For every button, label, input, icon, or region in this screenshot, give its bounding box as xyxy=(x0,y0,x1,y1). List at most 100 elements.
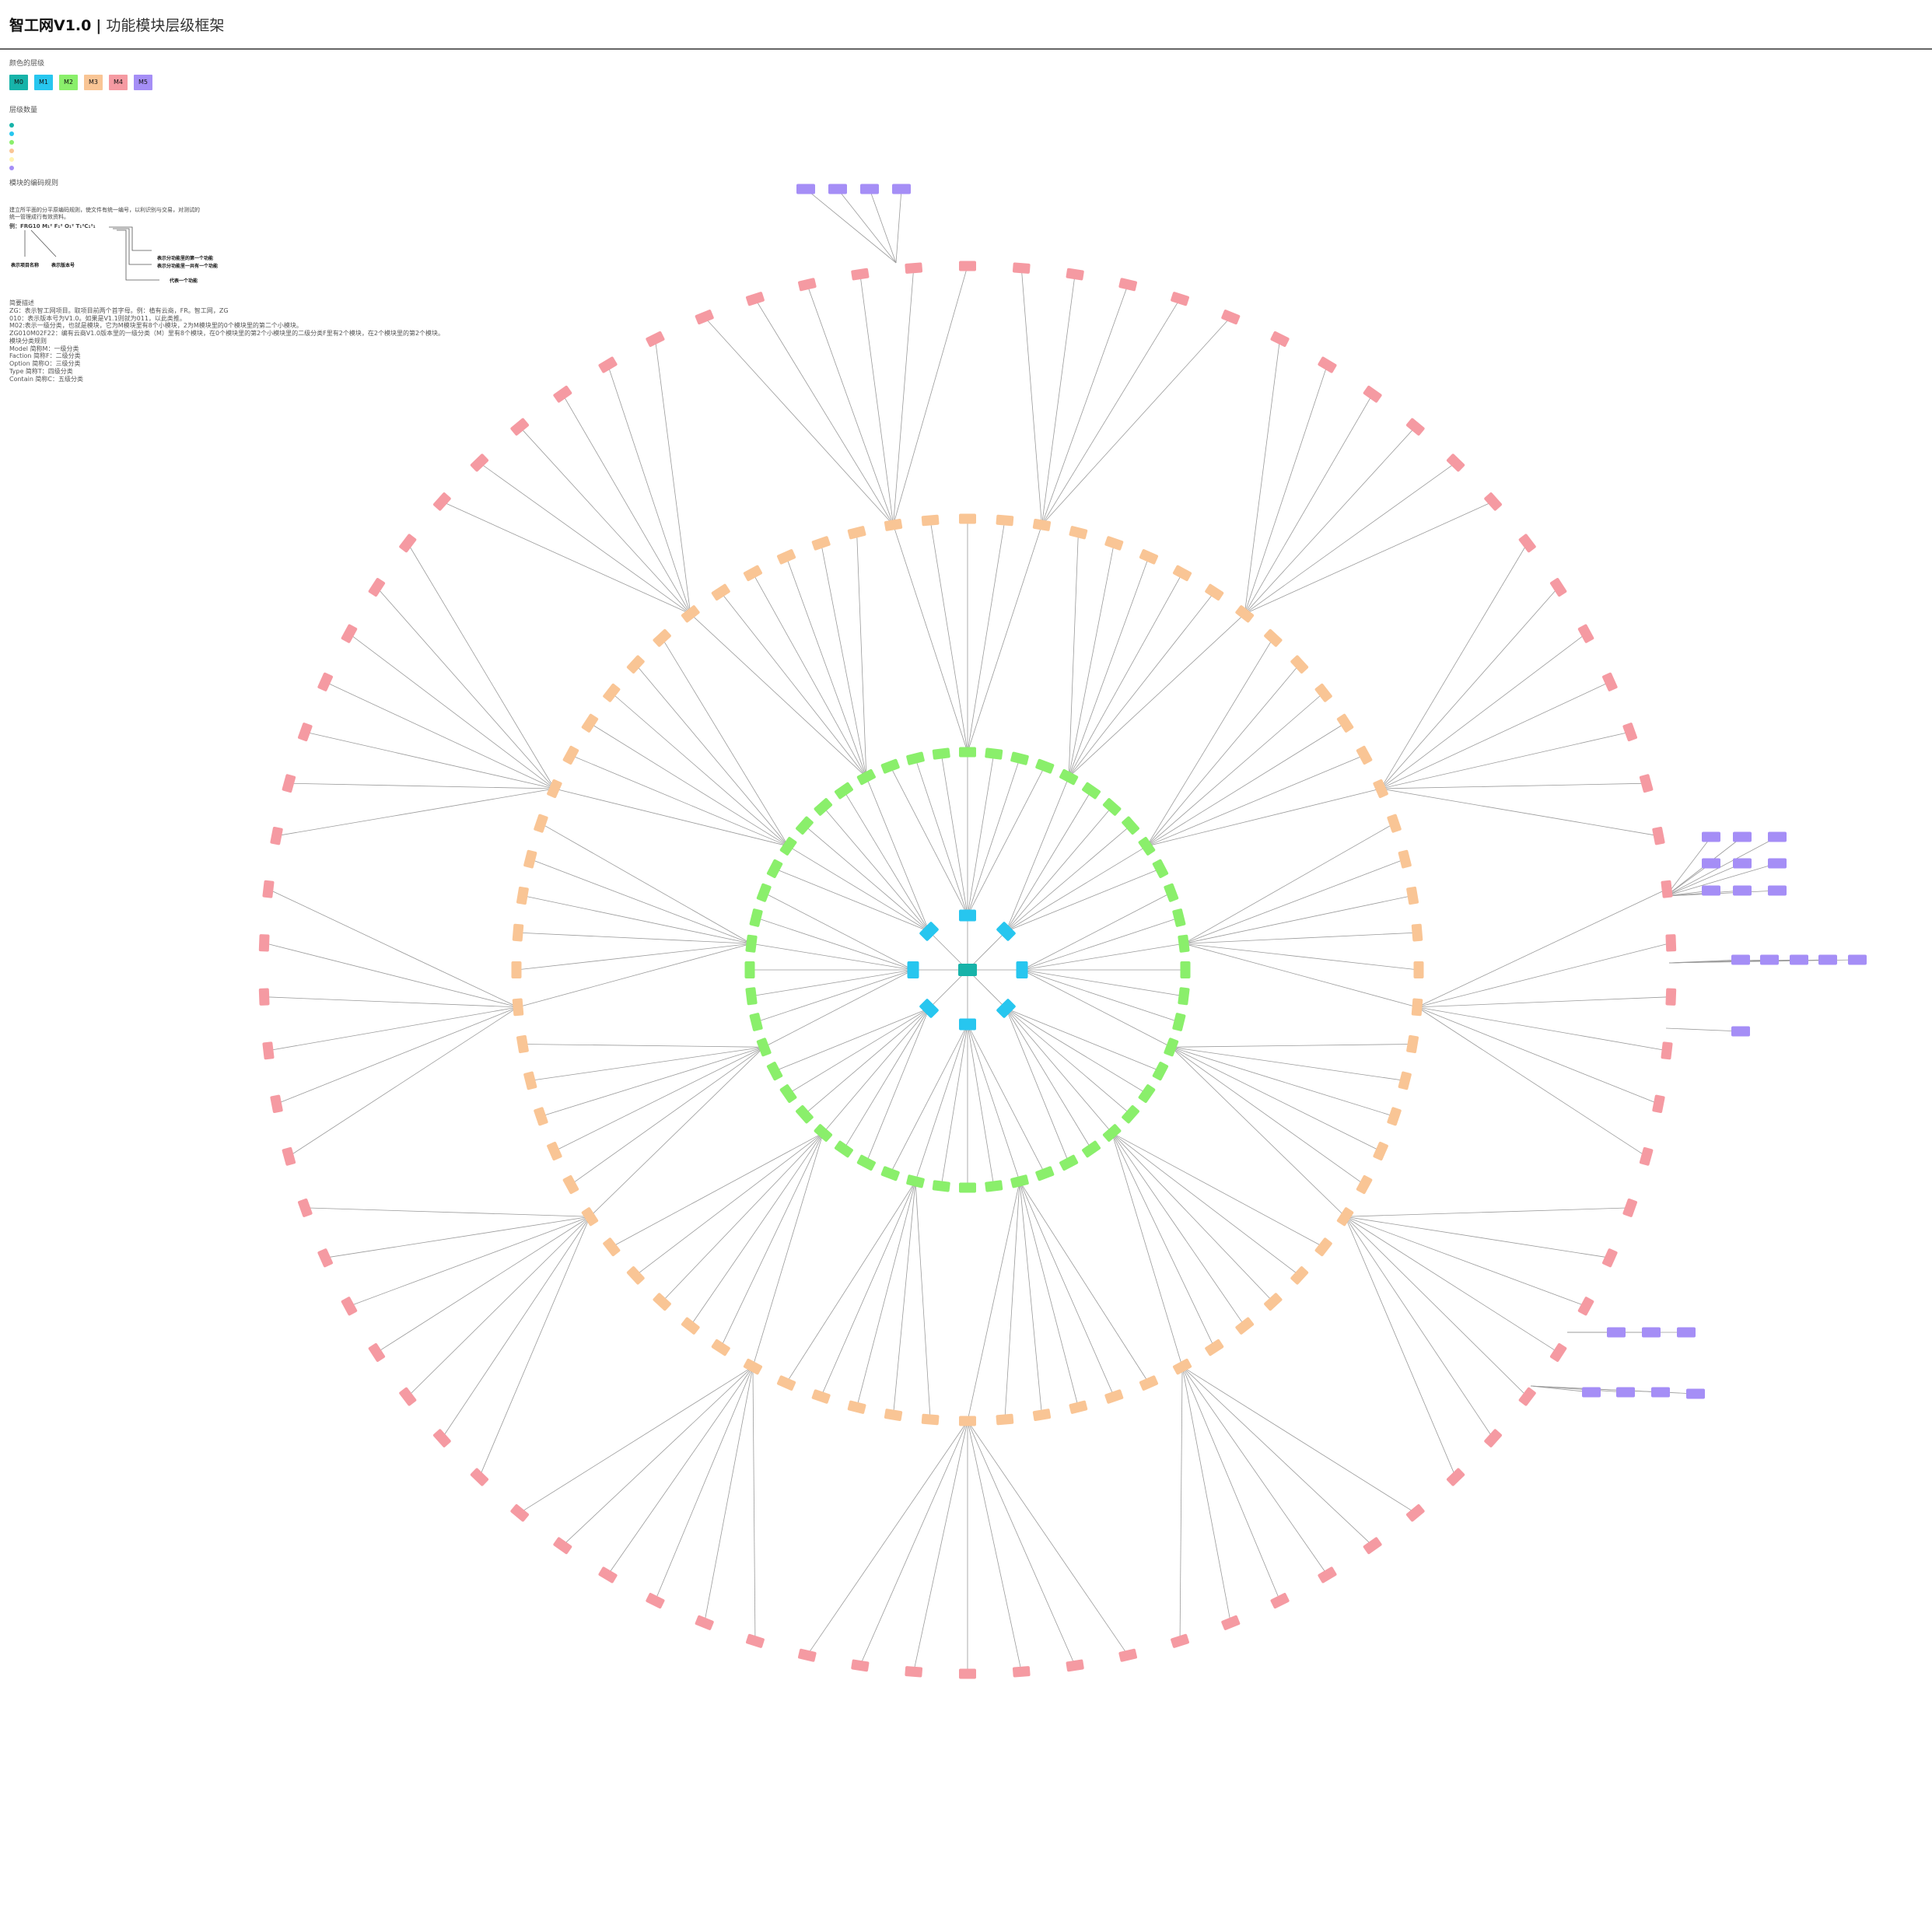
m3-module-node xyxy=(534,814,548,833)
m2-module-node xyxy=(766,1062,783,1081)
connector-line xyxy=(1345,1216,1493,1439)
m4-module-node xyxy=(341,1297,358,1316)
connector-line xyxy=(866,1008,929,1164)
m3-module-node xyxy=(653,1293,671,1311)
m4-module-node xyxy=(399,1387,417,1406)
connector-line xyxy=(442,1216,590,1439)
connector-line xyxy=(635,663,789,847)
connector-line xyxy=(1006,1008,1161,1072)
m4-module-node xyxy=(1066,268,1084,281)
connector-line xyxy=(1665,836,1778,897)
connector-line xyxy=(305,1207,590,1217)
connector-line xyxy=(1183,859,1405,944)
m3-module-node xyxy=(626,655,645,674)
connector-line xyxy=(967,1024,995,1187)
connector-line xyxy=(1041,274,1076,525)
connector-line xyxy=(967,1420,1129,1656)
m4-module-node xyxy=(1652,1094,1665,1113)
m4-module-node xyxy=(1622,723,1638,742)
m2-module-node xyxy=(1010,1174,1029,1188)
connector-line xyxy=(517,943,752,1008)
connector-line xyxy=(856,532,867,778)
m5-module-node xyxy=(1731,1026,1750,1037)
m3-module-node xyxy=(959,1416,976,1426)
m3-module-node xyxy=(847,526,866,540)
connector-line xyxy=(967,1024,1045,1174)
connector-line xyxy=(1004,1181,1020,1420)
m3-module-node xyxy=(711,1339,730,1356)
connector-line xyxy=(967,524,1042,753)
m2-module-node xyxy=(766,859,783,878)
m2-module-node xyxy=(745,987,758,1006)
connector-line xyxy=(823,807,929,932)
m4-module-node xyxy=(646,331,665,347)
m4-module-node xyxy=(368,1342,386,1362)
m5-module-node xyxy=(1731,954,1750,965)
m2-module-node xyxy=(779,836,797,856)
m2-module-node xyxy=(1122,816,1139,835)
m2-module-node xyxy=(1035,1166,1055,1181)
connector-line xyxy=(1380,586,1559,789)
m2-module-node xyxy=(1178,987,1190,1006)
m2-module-node xyxy=(880,758,900,774)
connector-line xyxy=(720,1132,824,1348)
m4-module-node xyxy=(695,310,714,325)
m2-module-node xyxy=(1164,883,1179,902)
connector-line xyxy=(756,969,914,1023)
m3-module-node xyxy=(581,713,599,733)
m5-module-node xyxy=(1651,1387,1670,1398)
connector-line xyxy=(893,265,968,526)
connector-line xyxy=(1381,788,1659,837)
m4-module-node xyxy=(270,1094,283,1113)
m4-module-node xyxy=(746,292,765,306)
connector-line xyxy=(1006,868,1161,932)
connector-line xyxy=(1244,364,1328,614)
m2-module-node xyxy=(1180,961,1191,978)
m3-module-node xyxy=(1387,814,1402,833)
m3-module-node xyxy=(512,998,524,1017)
m4-module-node xyxy=(598,356,618,373)
m4-module-node xyxy=(1171,292,1189,306)
m4-module-node xyxy=(959,1668,976,1679)
m4-module-node xyxy=(1270,331,1290,347)
m4-module-node xyxy=(1639,1146,1654,1166)
m5-module-node xyxy=(1790,954,1808,965)
m2-module-node xyxy=(756,883,772,902)
connector-line xyxy=(1068,572,1183,778)
m3-module-node xyxy=(884,1409,903,1422)
connector-line xyxy=(1021,917,1179,971)
connector-line xyxy=(1181,1366,1328,1576)
m3-module-node xyxy=(1411,923,1423,942)
connector-line xyxy=(807,1420,968,1656)
connector-line xyxy=(407,543,555,789)
connector-line xyxy=(1111,1132,1215,1348)
connector-line xyxy=(1006,1008,1147,1094)
m3-module-node xyxy=(884,518,903,531)
m5-module-node xyxy=(1582,1387,1601,1398)
connector-line xyxy=(967,520,1006,753)
m3-module-node xyxy=(681,1317,700,1335)
m2-module-node xyxy=(1152,859,1169,878)
connector-line xyxy=(751,969,914,997)
connector-line xyxy=(1068,614,1245,778)
connector-line xyxy=(1416,942,1671,1008)
m3-module-node xyxy=(921,514,940,527)
connector-line xyxy=(655,338,691,614)
connector-line xyxy=(1416,1006,1668,1052)
connector-line xyxy=(1345,1216,1610,1258)
connector-line xyxy=(1021,969,1171,1048)
connector-line xyxy=(570,1046,765,1185)
m2-module-node xyxy=(932,747,950,760)
m2-module-node xyxy=(1082,782,1101,800)
m2-module-node xyxy=(796,816,814,835)
connector-line xyxy=(1183,932,1418,944)
m2-module-node xyxy=(906,1174,925,1188)
m4-module-node xyxy=(646,1593,665,1609)
m4-module-node xyxy=(1221,1615,1241,1630)
m4-module-node xyxy=(553,385,572,403)
connector-line xyxy=(1183,895,1413,944)
connector-line xyxy=(1183,943,1418,1008)
connector-line xyxy=(276,1006,519,1104)
connector-line xyxy=(704,317,894,526)
connector-line xyxy=(1006,807,1112,932)
